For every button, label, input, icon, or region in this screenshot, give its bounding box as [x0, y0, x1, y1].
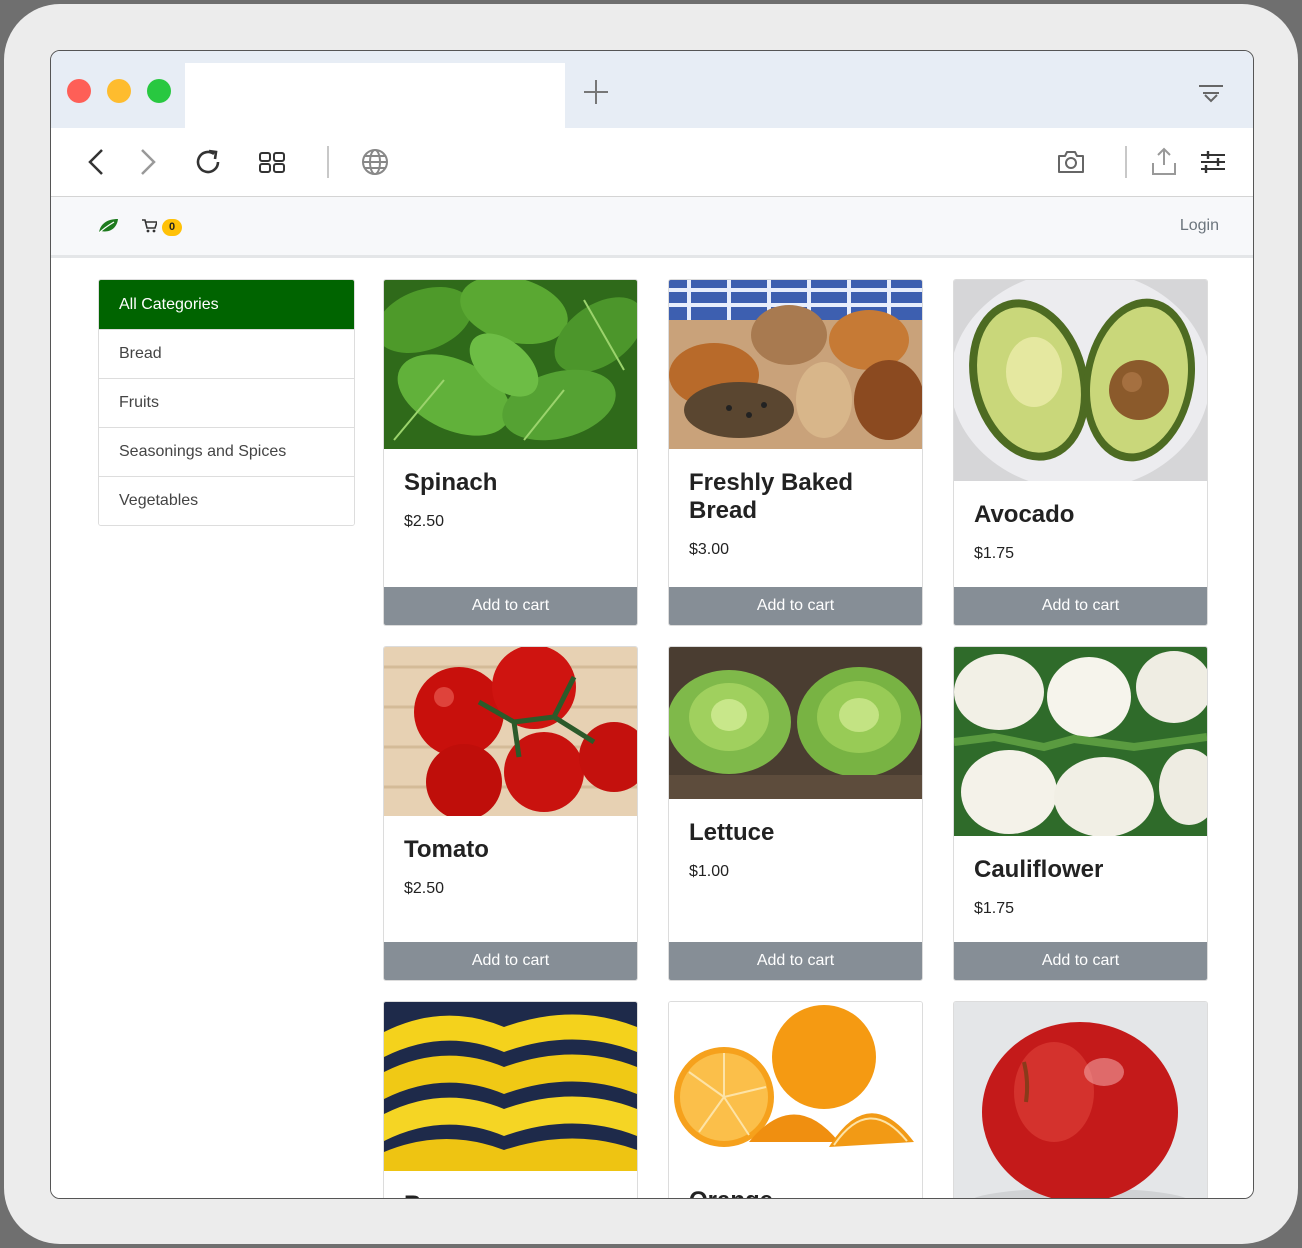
product-card-body: Avocado $1.75	[954, 481, 1207, 563]
product-card-body: Spinach $2.50	[384, 449, 637, 531]
tab-strip	[51, 51, 1253, 128]
category-item-seasonings[interactable]: Seasonings and Spices	[99, 427, 354, 476]
site-navbar: 0 Login	[51, 197, 1253, 258]
add-to-cart-button[interactable]: Add to cart	[669, 942, 922, 980]
toolbar-divider	[327, 146, 329, 178]
category-list: All Categories Bread Fruits Seasonings a…	[98, 279, 355, 526]
back-arrow-icon[interactable]	[81, 146, 113, 178]
add-to-cart-button[interactable]: Add to cart	[384, 942, 637, 980]
cart-count-badge: 0	[162, 219, 182, 236]
product-title: Tomato	[404, 836, 489, 863]
product-price: $1.75	[974, 900, 1015, 917]
share-icon[interactable]	[1148, 146, 1180, 178]
product-price: $2.50	[404, 513, 445, 530]
login-link[interactable]: Login	[1180, 217, 1219, 235]
product-card-body: Cauliflower $1.75	[954, 836, 1207, 918]
category-item-bread[interactable]: Bread	[99, 329, 354, 378]
product-image-spinach[interactable]	[384, 280, 637, 449]
add-to-cart-button[interactable]: Add to cart	[954, 587, 1207, 625]
product-title: Cauliflower	[974, 856, 1104, 883]
product-title: Avocado	[974, 501, 1075, 528]
product-price: $1.00	[689, 863, 730, 880]
active-tab[interactable]	[185, 63, 565, 128]
product-title: Freshly Baked Bread	[689, 469, 854, 524]
category-item-fruits[interactable]: Fruits	[99, 378, 354, 427]
tab-list-menu-icon[interactable]	[1196, 79, 1226, 109]
product-card	[953, 1001, 1208, 1198]
product-title: Orange	[689, 1187, 902, 1198]
product-card: Lettuce $1.00 Add to cart	[668, 646, 923, 981]
camera-icon[interactable]	[1055, 146, 1087, 178]
product-card-body: Lettuce $1.00	[669, 799, 922, 881]
browser-toolbar	[51, 128, 1253, 197]
browser-window: 0 Login All Categories Bread Fruits Seas…	[50, 50, 1254, 1199]
add-to-cart-button[interactable]: Add to cart	[954, 942, 1207, 980]
product-card: Tomato $2.50 Add to cart	[383, 646, 638, 981]
product-image-cauliflower[interactable]	[954, 647, 1207, 836]
close-window-button[interactable]	[67, 79, 91, 103]
product-card: Spinach $2.50 Add to cart	[383, 279, 638, 626]
minimize-window-button[interactable]	[107, 79, 131, 103]
product-title: B	[404, 1191, 617, 1198]
product-price: $3.00	[689, 541, 730, 558]
product-card: Cauliflower $1.75 Add to cart	[953, 646, 1208, 981]
product-image-apple[interactable]	[954, 1002, 1207, 1198]
reload-icon[interactable]	[192, 146, 224, 178]
product-title: Lettuce	[689, 819, 775, 846]
product-image-avocado[interactable]	[954, 280, 1207, 481]
category-item-all[interactable]: All Categories	[99, 280, 354, 329]
product-card-body: Freshly Baked Bread $3.00	[669, 449, 922, 559]
add-to-cart-button[interactable]: Add to cart	[384, 587, 637, 625]
globe-icon[interactable]	[359, 146, 391, 178]
product-title: Spinach	[404, 469, 498, 496]
main-content: All Categories Bread Fruits Seasonings a…	[51, 258, 1253, 1198]
leaf-logo-icon[interactable]	[97, 217, 119, 235]
category-item-vegetables[interactable]: Vegetables	[99, 476, 354, 525]
product-price: $2.50	[404, 880, 445, 897]
toolbar-divider	[1125, 146, 1127, 178]
new-tab-plus-icon[interactable]	[581, 77, 611, 107]
product-image-lettuce[interactable]	[669, 647, 922, 799]
product-card: Orange	[668, 1001, 923, 1198]
product-card-body: B	[384, 1171, 637, 1198]
shopping-cart-icon[interactable]	[142, 219, 157, 233]
forward-arrow-icon[interactable]	[131, 146, 163, 178]
product-card: Freshly Baked Bread $3.00 Add to cart	[668, 279, 923, 626]
tab-overview-grid-icon[interactable]	[256, 146, 288, 178]
product-price: $1.75	[974, 545, 1015, 562]
product-image-tomato[interactable]	[384, 647, 637, 816]
add-to-cart-button[interactable]: Add to cart	[669, 587, 922, 625]
settings-sliders-icon[interactable]	[1197, 146, 1229, 178]
product-image-bread[interactable]	[669, 280, 922, 449]
product-card: Avocado $1.75 Add to cart	[953, 279, 1208, 626]
product-image-bananas[interactable]	[384, 1002, 637, 1171]
maximize-window-button[interactable]	[147, 79, 171, 103]
product-card-body: Tomato $2.50	[384, 816, 637, 898]
product-card: B	[383, 1001, 638, 1198]
product-image-orange[interactable]	[669, 1002, 922, 1167]
product-card-body: Orange	[669, 1167, 922, 1198]
